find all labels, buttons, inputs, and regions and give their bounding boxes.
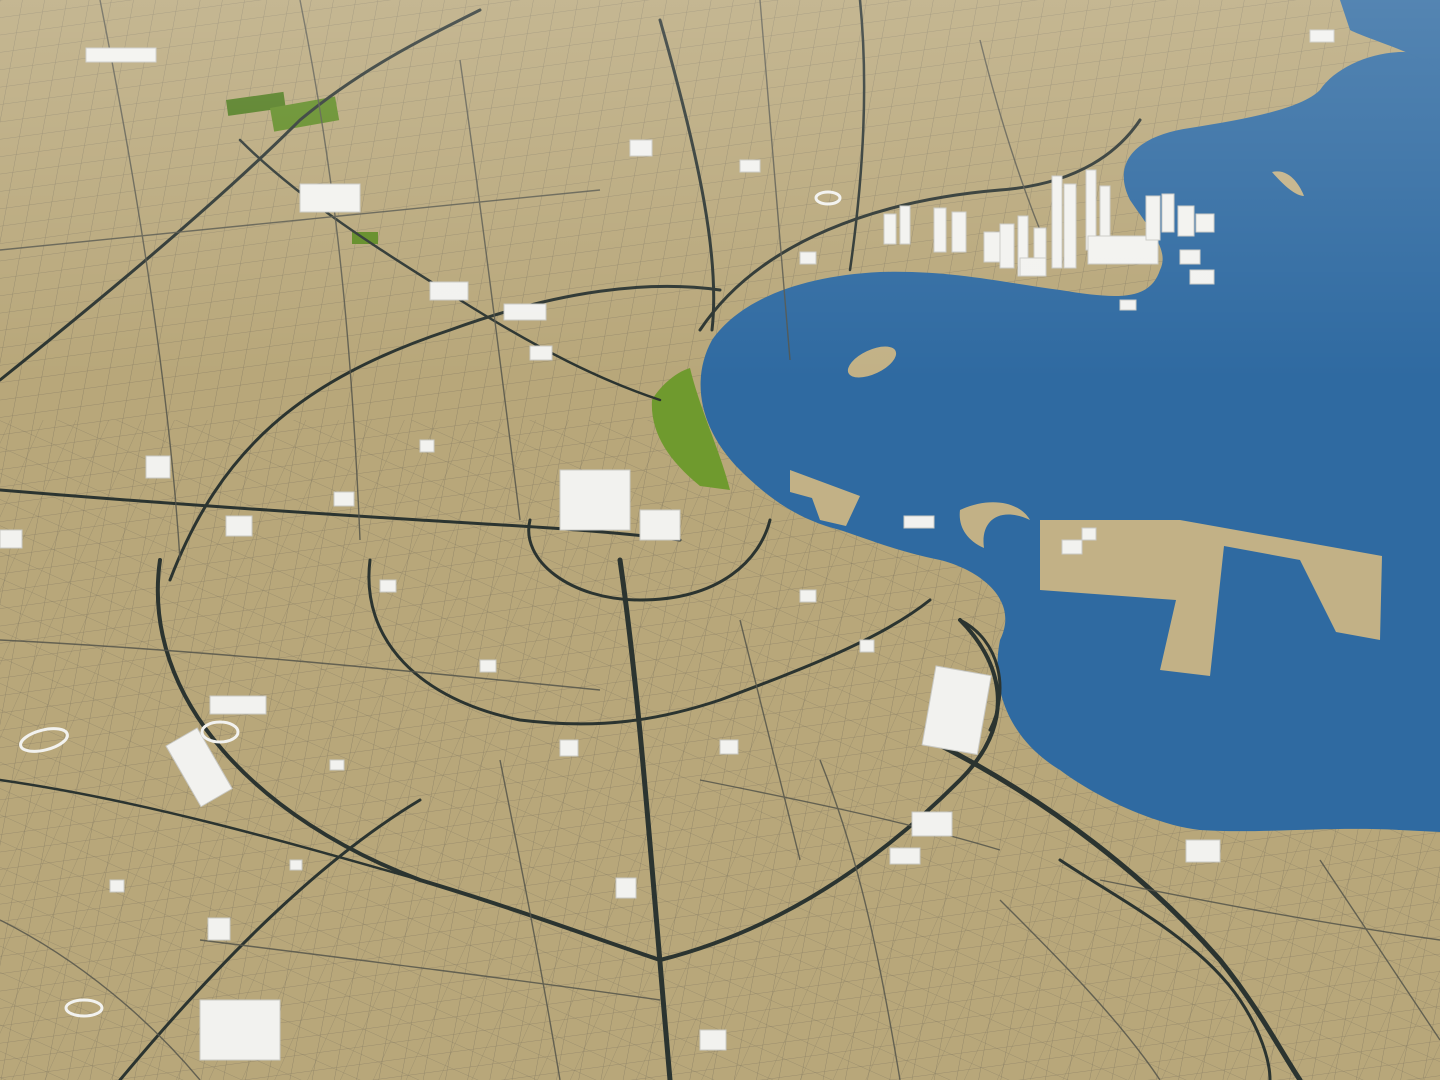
city-3d-map bbox=[0, 0, 1440, 1080]
haze-overlay bbox=[0, 0, 1440, 1080]
